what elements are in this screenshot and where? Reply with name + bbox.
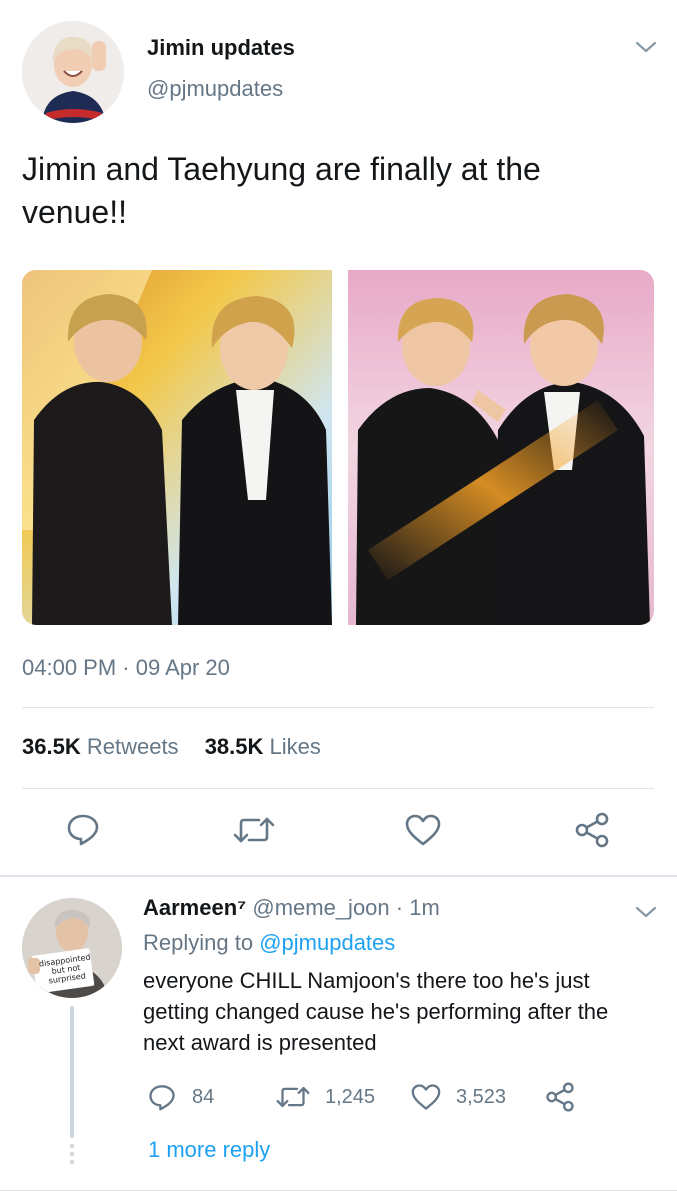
- reply-author-handle[interactable]: @meme_joon: [252, 895, 389, 920]
- chevron-down-icon[interactable]: [634, 903, 658, 921]
- photo-gap: [332, 270, 348, 625]
- thread-line: [70, 1006, 74, 1138]
- thread-dot: [70, 1152, 74, 1156]
- share-icon[interactable]: [574, 812, 610, 848]
- tweet-text: Jimin and Taehyung are finally at the ve…: [22, 151, 541, 230]
- author-avatar[interactable]: AMPIO: [22, 21, 124, 123]
- more-replies-link[interactable]: 1 more reply: [148, 1137, 270, 1163]
- reply-count[interactable]: 84: [192, 1086, 214, 1109]
- like-count[interactable]: 3,523: [456, 1086, 506, 1109]
- replying-prefix: Replying to: [143, 930, 254, 955]
- reply-author-name[interactable]: Aarmeen⁷: [143, 895, 246, 920]
- speech-bubble-icon[interactable]: [66, 812, 100, 846]
- retweet-icon[interactable]: [276, 1083, 310, 1111]
- retweets-label: Retweets: [86, 734, 179, 759]
- heart-icon[interactable]: [404, 813, 442, 847]
- heart-icon[interactable]: [410, 1083, 442, 1111]
- divider: [22, 707, 654, 708]
- section-divider: [0, 875, 677, 877]
- reply-header: Aarmeen⁷ @meme_joon · 1m: [143, 895, 440, 921]
- tweet-stats: 36.5K Retweets 38.5K Likes: [22, 734, 321, 760]
- section-divider: [0, 1190, 677, 1191]
- likes-count: 38.5K: [204, 734, 264, 759]
- retweet-count[interactable]: 1,245: [325, 1086, 375, 1109]
- retweets-count: 36.5K: [22, 734, 81, 759]
- divider: [22, 788, 654, 789]
- reply-time[interactable]: · 1m: [396, 895, 440, 920]
- likes-stat[interactable]: 38.5K Likes: [205, 734, 321, 759]
- replying-to: Replying to @pjmupdates: [143, 930, 395, 956]
- tweet-timestamp[interactable]: 04:00 PM · 09 Apr 20: [22, 655, 230, 681]
- tweet-media[interactable]: [22, 270, 654, 625]
- likes-label: Likes: [269, 734, 321, 759]
- photo-right[interactable]: [348, 270, 654, 625]
- avatar-shirt-text: AMPIO: [55, 109, 91, 120]
- author-name[interactable]: Jimin updates: [147, 35, 295, 61]
- reply-text: everyone CHILL Namjoon's there too he's …: [143, 968, 609, 1055]
- thread-dot: [70, 1160, 74, 1164]
- chevron-down-icon[interactable]: [634, 38, 658, 56]
- thread-dot: [70, 1144, 74, 1148]
- share-icon[interactable]: [545, 1082, 575, 1112]
- replying-to-link[interactable]: @pjmupdates: [259, 930, 395, 955]
- author-handle[interactable]: @pjmupdates: [147, 76, 283, 102]
- retweet-icon[interactable]: [233, 813, 275, 847]
- reply-author-avatar[interactable]: disappointed but not surprised: [22, 898, 122, 998]
- retweets-stat[interactable]: 36.5K Retweets: [22, 734, 179, 759]
- speech-bubble-icon[interactable]: [148, 1083, 176, 1111]
- photo-left[interactable]: [22, 270, 332, 625]
